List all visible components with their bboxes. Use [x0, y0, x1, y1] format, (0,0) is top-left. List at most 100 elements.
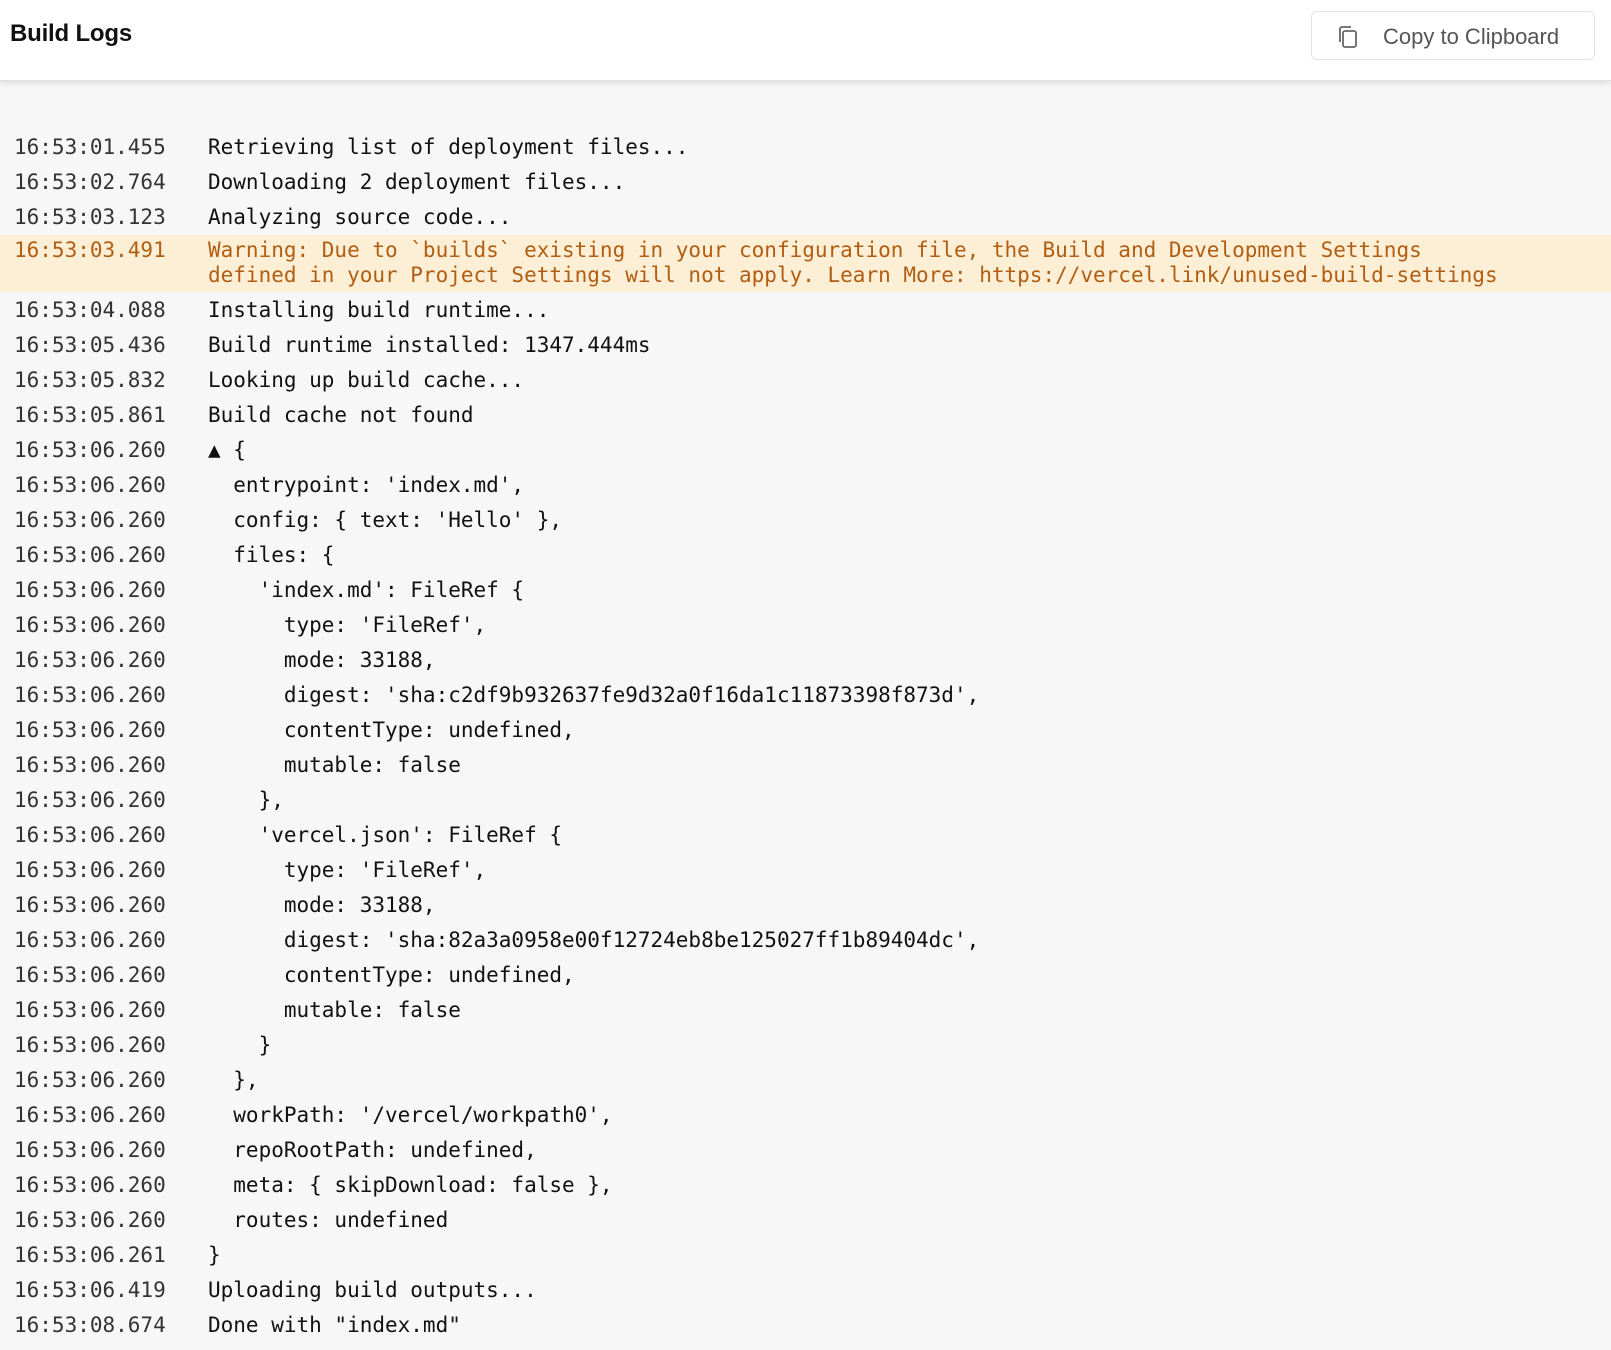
- log-line: 16:53:04.088 Installing build runtime...: [0, 293, 1611, 328]
- log-line: 16:53:06.419 Uploading build outputs...: [0, 1273, 1611, 1308]
- log-line: 16:53:06.260 mutable: false: [0, 993, 1611, 1028]
- log-line: 16:53:02.764 Downloading 2 deployment fil…: [0, 165, 1611, 200]
- clipboard-copy-icon: [1339, 26, 1357, 48]
- copy-to-clipboard-button[interactable]: Copy to Clipboard: [1311, 11, 1595, 60]
- copy-button-label: Copy to Clipboard: [1383, 24, 1560, 49]
- log-timestamp: 16:53:06.260: [14, 613, 166, 637]
- log-line: 16:53:06.260 'vercel.json': FileRef {: [0, 818, 1611, 853]
- log-line: 16:53:06.260 },: [0, 1063, 1611, 1098]
- log-timestamp: 16:53:06.260: [14, 823, 166, 847]
- log-timestamp: 16:53:06.260: [14, 438, 166, 462]
- log-timestamp: 16:53:06.260: [14, 1208, 166, 1232]
- log-message: digest: 'sha:c2df9b932637fe9d32a0f16da1c…: [208, 683, 980, 707]
- log-timestamp: 16:53:06.260: [14, 508, 166, 532]
- log-message: Done with "index.md": [208, 1313, 461, 1337]
- log-line: 16:53:06.260 digest: 'sha:82a3a0958e00f1…: [0, 923, 1611, 958]
- log-message: contentType: undefined,: [208, 718, 575, 742]
- log-line: 16:53:06.260 type: 'FileRef',: [0, 608, 1611, 643]
- log-message: routes: undefined: [208, 1208, 449, 1232]
- log-timestamp: 16:53:06.260: [14, 893, 166, 917]
- log-timestamp: 16:53:02.764: [14, 170, 166, 194]
- log-timestamp: 16:53:06.419: [14, 1278, 166, 1302]
- log-line: 16:53:06.260 mode: 33188,: [0, 888, 1611, 923]
- log-message: Looking up build cache...: [208, 368, 525, 392]
- log-timestamp: 16:53:06.261: [14, 1243, 166, 1267]
- build-log: 16:53:01.455 Retrieving list of deploymen…: [0, 130, 1611, 1343]
- log-message: workPath: '/vercel/workpath0',: [208, 1103, 613, 1127]
- log-timestamp: 16:53:06.260: [14, 1173, 166, 1197]
- log-line: 16:53:06.260 repoRootPath: undefined,: [0, 1133, 1611, 1168]
- log-message: contentType: undefined,: [208, 963, 575, 987]
- log-message: Warning: Due to `builds` existing in you…: [208, 238, 1498, 287]
- log-line: 16:53:06.260 contentType: undefined,: [0, 958, 1611, 993]
- log-message: type: 'FileRef',: [208, 613, 487, 637]
- log-line: 16:53:06.260 config: { text: 'Hello' },: [0, 503, 1611, 538]
- log-message: Downloading 2 deployment files...: [208, 170, 626, 194]
- log-line: 16:53:06.260 type: 'FileRef',: [0, 853, 1611, 888]
- log-timestamp: 16:53:06.260: [14, 543, 166, 567]
- log-line-warning: 16:53:03.491 Warning: Due to `builds` exi…: [0, 235, 1611, 292]
- log-message: meta: { skipDownload: false },: [208, 1173, 613, 1197]
- log-timestamp: 16:53:06.260: [14, 1138, 166, 1162]
- log-message: Retrieving list of deployment files...: [208, 135, 689, 159]
- log-timestamp: 16:53:05.436: [14, 333, 166, 357]
- log-line: 16:53:01.455 Retrieving list of deploymen…: [0, 130, 1611, 165]
- log-message: repoRootPath: undefined,: [208, 1138, 537, 1162]
- log-line: 16:53:06.260 mutable: false: [0, 748, 1611, 783]
- log-timestamp: 16:53:03.491: [14, 238, 166, 262]
- log-timestamp: 16:53:06.260: [14, 1068, 166, 1092]
- log-message: 'index.md': FileRef {: [208, 578, 525, 602]
- log-line: 16:53:05.861 Build cache not found: [0, 398, 1611, 433]
- page-title: Build Logs: [10, 20, 132, 47]
- log-line: 16:53:06.260 meta: { skipDownload: false…: [0, 1168, 1611, 1203]
- log-message: Uploading build outputs...: [208, 1278, 537, 1302]
- log-timestamp: 16:53:06.260: [14, 753, 166, 777]
- log-line: 16:53:06.260 contentType: undefined,: [0, 713, 1611, 748]
- log-line: 16:53:06.260 }: [0, 1028, 1611, 1063]
- log-message: files: {: [208, 543, 335, 567]
- log-timestamp: 16:53:06.260: [14, 998, 166, 1022]
- log-timestamp: 16:53:06.260: [14, 1103, 166, 1127]
- log-line: 16:53:06.260 workPath: '/vercel/workpath…: [0, 1098, 1611, 1133]
- log-timestamp: 16:53:06.260: [14, 578, 166, 602]
- log-message: }: [208, 1243, 221, 1267]
- log-line: 16:53:06.260 'index.md': FileRef {: [0, 573, 1611, 608]
- log-timestamp: 16:53:06.260: [14, 928, 166, 952]
- log-message: }: [208, 1033, 272, 1057]
- log-message: mutable: false: [208, 753, 461, 777]
- log-message: entrypoint: 'index.md',: [208, 473, 525, 497]
- log-message: Build cache not found: [208, 403, 474, 427]
- log-message: type: 'FileRef',: [208, 858, 487, 882]
- log-line: 16:53:06.261}: [0, 1238, 1611, 1273]
- log-message: 'vercel.json': FileRef {: [208, 823, 563, 847]
- log-timestamp: 16:53:06.260: [14, 718, 166, 742]
- log-line: 16:53:05.832 Looking up build cache...: [0, 363, 1611, 398]
- log-timestamp: 16:53:01.455: [14, 135, 166, 159]
- log-message: digest: 'sha:82a3a0958e00f12724eb8be1250…: [208, 928, 980, 952]
- log-line: 16:53:03.123 Analyzing source code...: [0, 200, 1611, 235]
- log-message: config: { text: 'Hello' },: [208, 508, 563, 532]
- log-line: 16:53:06.260 mode: 33188,: [0, 643, 1611, 678]
- log-timestamp: 16:53:05.861: [14, 403, 166, 427]
- header-bar: Build Logs Copy to Clipboard: [0, 0, 1611, 81]
- log-message: ▲ {: [208, 438, 246, 462]
- log-timestamp: 16:53:06.260: [14, 1033, 166, 1057]
- log-message: Installing build runtime...: [208, 298, 550, 322]
- log-timestamp: 16:53:03.123: [14, 205, 166, 229]
- log-message: mode: 33188,: [208, 648, 436, 672]
- log-line: 16:53:06.260 },: [0, 783, 1611, 818]
- log-timestamp: 16:53:06.260: [14, 858, 166, 882]
- log-timestamp: 16:53:05.832: [14, 368, 166, 392]
- log-line: 16:53:06.260 digest: 'sha:c2df9b932637fe…: [0, 678, 1611, 713]
- log-message: mode: 33188,: [208, 893, 436, 917]
- log-timestamp: 16:53:06.260: [14, 963, 166, 987]
- log-line: 16:53:06.260 ▲ {: [0, 433, 1611, 468]
- log-timestamp: 16:53:06.260: [14, 648, 166, 672]
- log-line: 16:53:08.674 Done with "index.md": [0, 1308, 1611, 1343]
- log-timestamp: 16:53:08.674: [14, 1313, 166, 1337]
- log-timestamp: 16:53:04.088: [14, 298, 166, 322]
- log-message: },: [208, 1068, 259, 1092]
- log-message: },: [208, 788, 284, 812]
- log-timestamp: 16:53:06.260: [14, 683, 166, 707]
- log-line: 16:53:06.260 entrypoint: 'index.md',: [0, 468, 1611, 503]
